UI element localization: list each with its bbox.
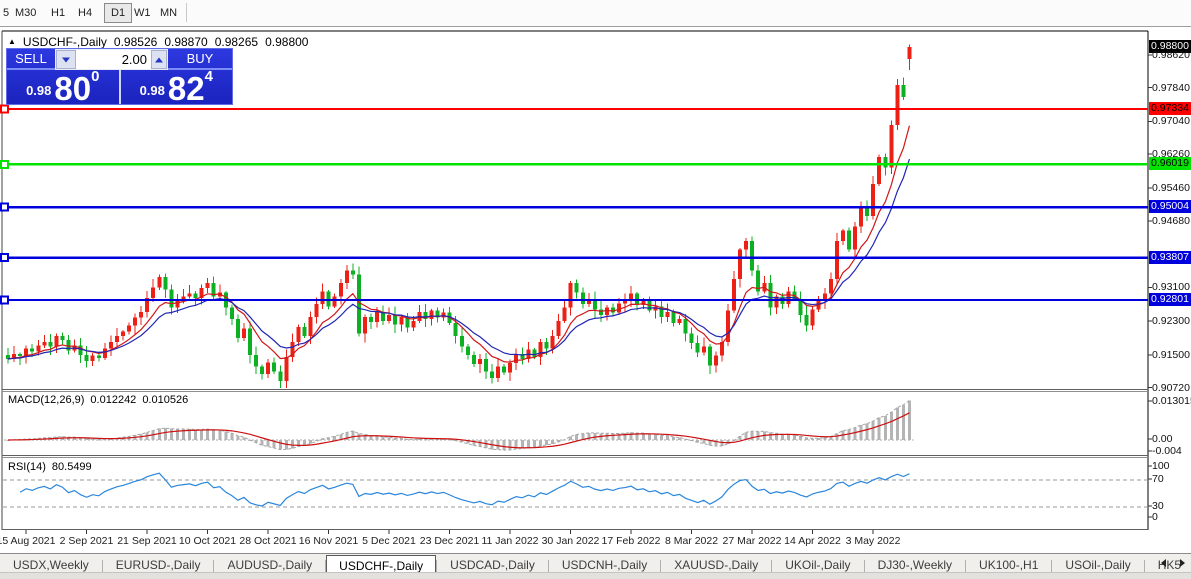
price-axis-label: 0.94680 (1152, 215, 1190, 227)
price-level-badge: 0.92801 (1149, 293, 1191, 306)
volume-stepper: 2.00 (55, 49, 168, 70)
timeframe-h4[interactable]: H4 (78, 7, 92, 19)
rsi-indicator-label: RSI(14) 80.5499 (8, 461, 92, 473)
macd-name: MACD(12,26,9) (8, 394, 84, 406)
date-axis-label: 27 Mar 2022 (723, 535, 782, 547)
date-axis-label: 30 Jan 2022 (542, 535, 600, 547)
price-level-badge: 0.95004 (1149, 200, 1191, 213)
buy-price-box[interactable]: 0.98 82 4 (121, 70, 233, 104)
price-axis-label: 0.90720 (1152, 382, 1190, 394)
date-axis-label: 15 Aug 2021 (0, 535, 55, 547)
date-axis-label: 5 Dec 2021 (362, 535, 416, 547)
price-level-badge: 0.97334 (1149, 102, 1191, 115)
chart-title: ▲ USDCHF-,Daily 0.98526 0.98870 0.98265 … (8, 35, 308, 49)
rsi-value: 80.5499 (52, 461, 92, 473)
tab-ukoil-daily[interactable]: UKOil-,Daily (772, 554, 863, 574)
tab-dj30-weekly[interactable]: DJ30-,Weekly (865, 554, 965, 574)
ohlc-open: 0.98526 (114, 35, 157, 49)
tab-usdx-weekly[interactable]: USDX,Weekly (0, 554, 102, 574)
date-axis-label: 11 Jan 2022 (481, 535, 538, 547)
price-axis-label: 0.97040 (1152, 115, 1190, 127)
tab-uk100-h1[interactable]: UK100-,H1 (966, 554, 1051, 574)
macd-main-value: 0.012242 (90, 394, 136, 406)
date-axis-label: 17 Feb 2022 (602, 535, 661, 547)
date-axis-label: 16 Nov 2021 (299, 535, 359, 547)
toolbar-separator (186, 3, 187, 22)
price-axis-label: 0.96260 (1152, 148, 1190, 160)
tab-usdcad-daily[interactable]: USDCAD-,Daily (437, 554, 548, 574)
collapse-arrow-icon[interactable]: ▲ (8, 35, 16, 49)
timeframe-toolbar: 5 M30 H1 H4 D1W1 MN (0, 0, 1191, 27)
timeframe-h1[interactable]: H1 (51, 7, 65, 19)
price-axis-label: 0.97840 (1152, 82, 1190, 94)
triangle-up-icon (155, 57, 163, 62)
timeframe-mn[interactable]: MN (160, 7, 177, 19)
timeframe-m30[interactable]: M30 (15, 7, 36, 19)
rsi-axis-label: 70 (1152, 473, 1164, 485)
one-click-trade-panel: SELL 2.00 BUY 0.98 80 0 0.98 82 4 (6, 48, 233, 105)
rsi-axis-label: 100 (1152, 460, 1170, 472)
macd-axis-label: 0.013015 (1152, 395, 1191, 407)
timeframe-w1[interactable]: W1 (134, 7, 151, 19)
ohlc-low: 0.98265 (215, 35, 258, 49)
date-axis-label: 8 Mar 2022 (665, 535, 718, 547)
price-axis-label: 0.95460 (1152, 182, 1190, 194)
price-axis-label: 0.98620 (1152, 49, 1190, 61)
triangle-down-icon (62, 57, 70, 62)
sell-button[interactable]: SELL (7, 49, 55, 70)
buy-button[interactable]: BUY (168, 49, 232, 70)
sell-price-big: 80 (54, 76, 91, 101)
ohlc-high: 0.98870 (164, 35, 207, 49)
macd-axis-label: -0.004 (1152, 445, 1182, 457)
date-axis-label: 14 Apr 2022 (784, 535, 841, 547)
buy-price-pip: 4 (205, 68, 213, 85)
price-level-badge: 0.93807 (1149, 251, 1191, 264)
tab-audusd-daily[interactable]: AUDUSD-,Daily (214, 554, 325, 574)
timeframe-5[interactable]: 5 (3, 7, 9, 19)
price-axis-label: 0.92300 (1152, 315, 1190, 327)
buy-price-big: 82 (168, 76, 205, 101)
sell-price-pip: 0 (91, 68, 99, 85)
symbol-label: USDCHF-,Daily (23, 35, 107, 49)
sell-price-prefix: 0.98 (26, 83, 51, 98)
date-axis-label: 21 Sep 2021 (117, 535, 177, 547)
tab-bar-bottom-strip (0, 572, 1191, 579)
timeframe-d1[interactable]: D1 (104, 3, 132, 23)
price-axis-label: 0.93100 (1152, 281, 1190, 293)
tab-xauusd-daily[interactable]: XAUUSD-,Daily (661, 554, 771, 574)
date-axis-label: 28 Oct 2021 (239, 535, 296, 547)
volume-decrease-button[interactable] (56, 50, 76, 69)
macd-indicator-label: MACD(12,26,9) 0.012242 0.010526 (8, 394, 188, 406)
macd-axis-label: 0.00 (1152, 433, 1172, 445)
sell-price-box[interactable]: 0.98 80 0 (7, 70, 121, 104)
trading-terminal-window: 5 M30 H1 H4 D1W1 MN ▲ USDCHF-,Daily 0.98526 0… (0, 0, 1191, 579)
tab-eurusd-daily[interactable]: EURUSD-,Daily (103, 554, 214, 574)
date-axis-label: 3 May 2022 (846, 535, 901, 547)
price-axis-label: 0.91500 (1152, 349, 1190, 361)
rsi-axis-label: 0 (1152, 511, 1158, 523)
date-axis-label: 2 Sep 2021 (60, 535, 114, 547)
tab-scroll-left-icon[interactable] (1159, 558, 1169, 568)
tab-usoil-daily[interactable]: USOil-,Daily (1052, 554, 1143, 574)
ohlc-close: 0.98800 (265, 35, 308, 49)
tab-scroll-arrows (1159, 558, 1188, 568)
macd-signal-value: 0.010526 (142, 394, 188, 406)
volume-increase-button[interactable] (151, 50, 167, 69)
buy-price-prefix: 0.98 (140, 83, 165, 98)
volume-input[interactable]: 2.00 (76, 50, 151, 69)
date-axis-label: 23 Dec 2021 (420, 535, 480, 547)
tab-scroll-right-icon[interactable] (1178, 558, 1188, 568)
macd-pane (7, 400, 911, 450)
date-axis-label: 10 Oct 2021 (179, 535, 236, 547)
rsi-name: RSI(14) (8, 461, 46, 473)
tab-usdcnh-daily[interactable]: USDCNH-,Daily (549, 554, 660, 574)
